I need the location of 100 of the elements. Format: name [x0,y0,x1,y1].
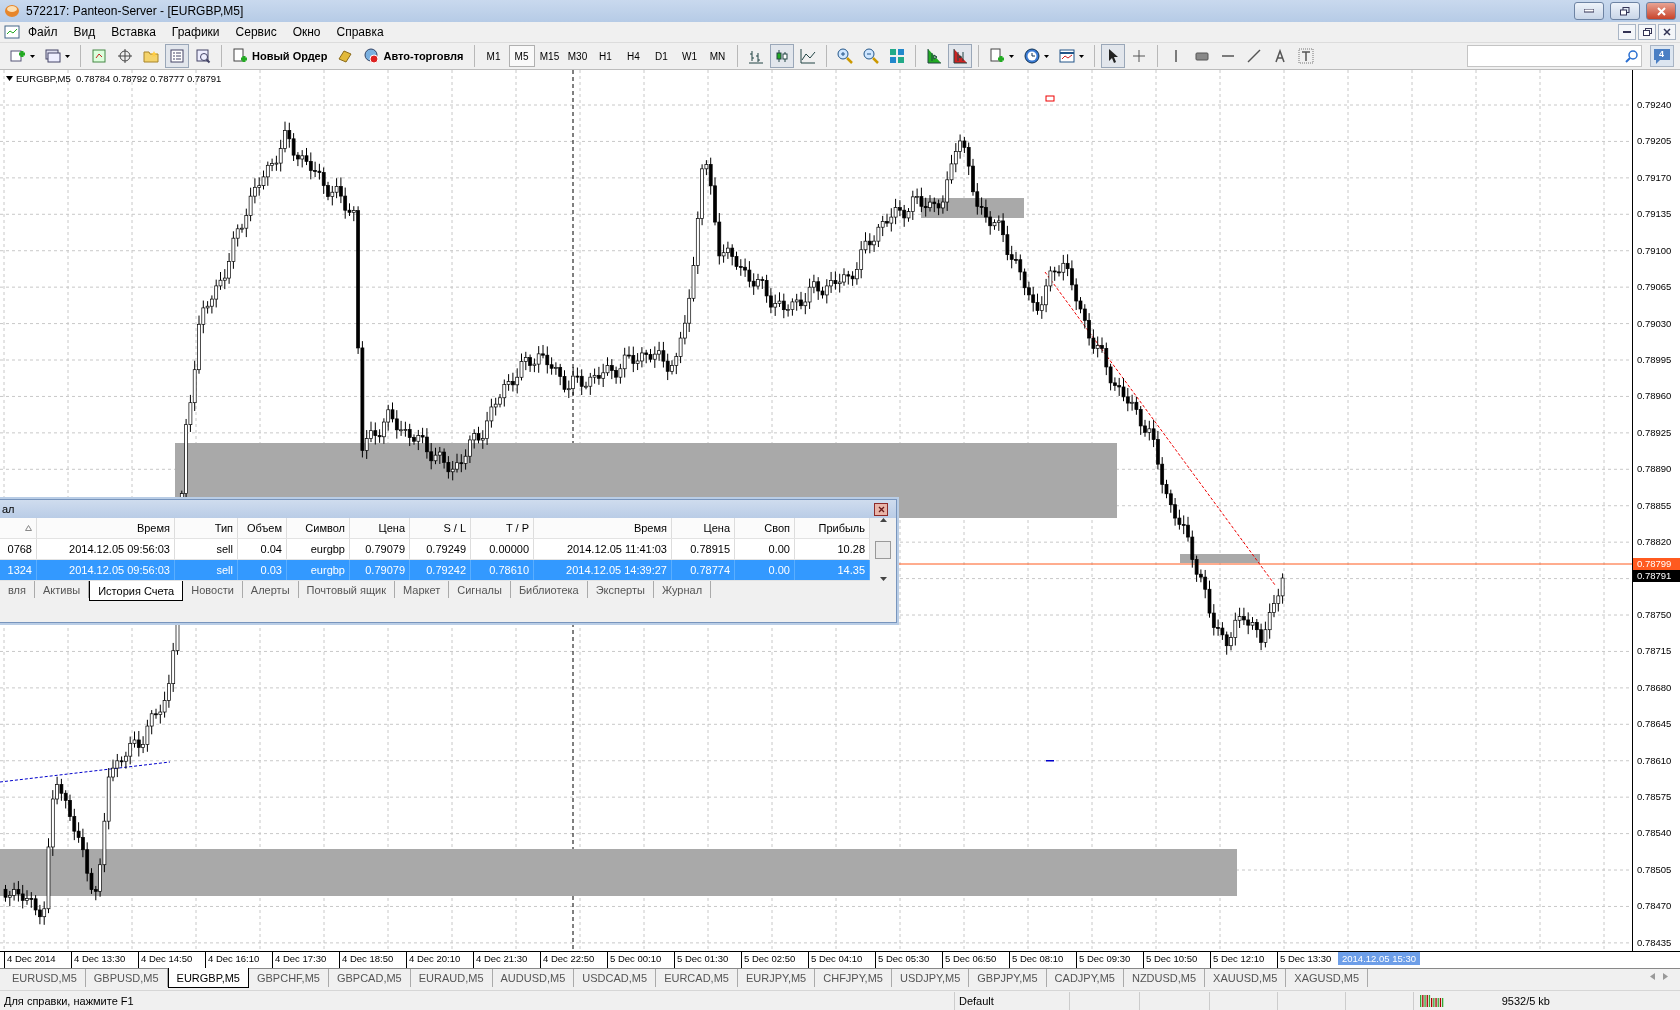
table-cell: 0768 [0,539,37,559]
panel-tab[interactable]: Новости [183,581,243,598]
auto-trading-button[interactable]: Авто-торговля [359,44,468,68]
timeframe-button[interactable]: M1 [480,45,507,67]
chart-window-icon [4,25,20,39]
panel-tab[interactable]: Маркет [395,581,450,598]
timeframe-button[interactable]: D1 [648,45,675,67]
timeframe-button[interactable]: H1 [592,45,619,67]
panel-tab[interactable]: Алерты [242,581,299,598]
table-cell: eurgbp [287,560,350,580]
table-cell: 2014.12.05 09:56:03 [37,560,175,580]
chart-tab[interactable]: GBPJPY,M5 [969,969,1047,987]
chart-tab[interactable]: AUDUSD,M5 [492,969,575,987]
table-cell: 0.78774 [672,560,735,580]
panel-tab[interactable]: Библиотека [510,581,588,598]
chart-tab[interactable]: XAGUSD,M5 [1286,969,1369,987]
indicators-icon[interactable] [988,48,1005,64]
price-label: 0.78540 [1636,826,1673,841]
column-header[interactable]: Время [534,518,672,538]
timeframe-button[interactable]: H4 [620,45,647,67]
menu-item[interactable]: Сервис [227,25,285,39]
table-cell: 0.79242 [410,560,471,580]
chart-tab[interactable]: NZDUSD,M5 [1123,969,1206,987]
menu-item[interactable]: Графики [163,25,228,39]
new-chart-icon[interactable] [10,48,26,64]
panel-tab[interactable]: Журнал [653,581,712,598]
scroll-right-icon[interactable] [1663,973,1668,980]
chart-tab[interactable]: GBPUSD,M5 [85,969,168,987]
panel-tab[interactable]: История Счета [89,581,184,601]
close-button[interactable] [1658,24,1676,40]
panel-tab[interactable]: Почтовый ящик [298,581,395,598]
menu-item[interactable]: Справка [328,25,392,39]
chart-tab[interactable]: XAUUSD,M5 [1205,969,1287,987]
menu-item[interactable]: Вид [65,25,104,39]
panel-tab[interactable]: Сигналы [449,581,511,598]
table-cell: 0.00000 [471,539,534,559]
scroll-down-icon[interactable] [879,577,887,581]
price-label: 0.78750 [1636,607,1673,622]
menu-item[interactable]: Вставка [103,25,164,39]
chart-tab[interactable]: GBPCHF,M5 [248,969,329,987]
column-header[interactable]: Цена [672,518,735,538]
menu-item[interactable]: Окно [284,25,329,39]
chart-tab[interactable]: USDJPY,M5 [891,969,970,987]
chart-tab[interactable]: USDCAD,M5 [574,969,657,987]
column-header[interactable]: Прибыль [795,518,870,538]
close-icon [1656,6,1666,16]
table-row[interactable]: 0768 2014.12.05 09:56:03 sell 0.04 eurgbp 0.79079 0.79249 0.00000 2014.12.05 11:41:03 0.78915 0.00 10.28 [0,539,870,560]
profiles-icon[interactable] [45,48,61,64]
column-header[interactable]: Тип [175,518,238,538]
timeframe-button[interactable]: M15 [536,45,563,67]
column-header[interactable]: Символ [287,518,350,538]
timeframe-button[interactable]: M30 [564,45,591,67]
chart-tab[interactable]: EURGBP,M5 [167,968,249,988]
price-line-label: 0.78799 [1633,558,1680,570]
table-cell: 1324 [0,560,37,580]
chart-tab[interactable]: CADJPY,M5 [1046,969,1124,987]
collapse-icon [6,76,13,81]
timeframe-button[interactable]: MN [704,45,731,67]
chart-tab[interactable]: EURCAD,M5 [656,969,738,987]
column-header[interactable]: T / P [471,518,534,538]
column-header[interactable]: Цена [350,518,410,538]
notifications-button[interactable]: 4 [1650,45,1674,67]
minimize-button[interactable] [1618,24,1636,40]
column-header[interactable]: S / L [410,518,471,538]
chart-tab[interactable]: EURAUD,M5 [410,969,493,987]
clock-icon[interactable] [1023,48,1040,64]
price-label: 0.78995 [1636,352,1673,367]
timeframe-button[interactable]: M5 [508,45,535,67]
table-cell: 14.35 [795,560,870,580]
caret-icon [1008,54,1014,58]
caret-icon [1043,54,1049,58]
close-button[interactable] [1646,2,1676,20]
menu-item[interactable]: Файл [20,25,66,39]
new-order-icon[interactable] [232,48,248,64]
column-header[interactable]: Время [37,518,175,538]
column-header[interactable]: Объем [238,518,287,538]
scroll-left-icon[interactable] [1650,973,1655,980]
panel-tab[interactable]: Эксперты [587,581,654,598]
table-cell: 0.78610 [471,560,534,580]
auto-trading-icon[interactable] [363,48,380,64]
search-field[interactable] [1467,45,1642,67]
new-order-button[interactable]: Новый Ордер [228,44,332,68]
price-label: 0.78925 [1636,425,1673,440]
minimize-icon [1584,9,1594,13]
chart-tab[interactable]: EURUSD,M5 [4,969,86,987]
table-cell: 0.78915 [672,539,735,559]
restore-button[interactable] [1638,24,1656,40]
table-cell: 0.79079 [350,539,410,559]
restore-button[interactable] [1610,2,1640,20]
chart-tab[interactable]: EURJPY,M5 [737,969,816,987]
chart-tab[interactable]: CHFJPY,M5 [815,969,892,987]
column-header[interactable]: Своп [735,518,795,538]
panel-tab[interactable]: вля [0,581,35,598]
template-icon[interactable] [1058,48,1075,64]
table-cell: 2014.12.05 09:56:03 [37,539,175,559]
chart-tab[interactable]: GBPCAD,M5 [328,969,411,987]
profile-name: Default [955,991,1070,1010]
price-label: 0.79240 [1636,98,1673,112]
timeframe-button[interactable]: W1 [676,45,703,67]
close-button[interactable] [874,502,888,516]
